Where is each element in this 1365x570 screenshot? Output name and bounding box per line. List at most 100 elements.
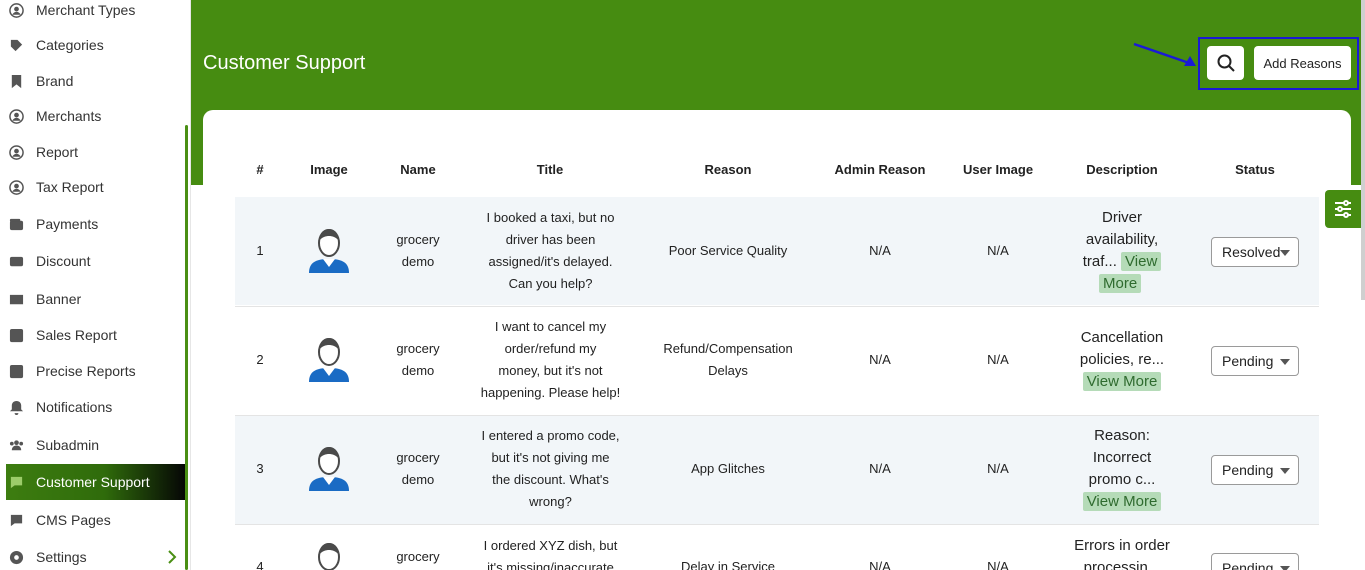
user-circle-icon [8, 108, 24, 124]
sidebar-item-notifications[interactable]: Notifications [6, 389, 186, 425]
chat-icon [8, 512, 24, 528]
avatar-icon [309, 447, 349, 491]
status-select[interactable]: Pending [1211, 553, 1299, 570]
annotation-arrow-icon [1133, 42, 1196, 66]
sidebar-item-cms-pages[interactable]: CMS Pages [6, 502, 186, 538]
sidebar-item-banner[interactable]: Banner [6, 281, 186, 317]
add-reasons-button[interactable]: Add Reasons [1254, 46, 1351, 80]
chat-icon [8, 474, 24, 490]
user-image: N/A [987, 352, 1009, 367]
view-more-link[interactable]: View More [1082, 492, 1162, 511]
sidebar-item-label: Notifications [36, 399, 113, 415]
user-image: N/A [987, 461, 1009, 476]
sidebar-item-merchant-types[interactable]: Merchant Types [6, 0, 186, 28]
search-button[interactable] [1207, 46, 1244, 80]
avatar-icon [309, 338, 349, 382]
ticket-description: Cancellation policies, re... View More [1079, 329, 1165, 391]
sidebar-item-label: Subadmin [36, 437, 100, 453]
chart-icon [8, 363, 24, 379]
user-image: N/A [987, 243, 1009, 258]
row-number: 1 [256, 243, 264, 258]
caret-down-icon [1280, 468, 1290, 474]
row-number: 3 [256, 461, 264, 476]
sidebar-item-settings[interactable]: Settings [6, 539, 186, 570]
customer-name: grocery demo [396, 450, 440, 487]
col-header-admin-reason: Admin Reason [834, 162, 926, 177]
sidebar-item-label: Precise Reports [36, 363, 136, 379]
col-header-image: Image [310, 162, 348, 177]
sidebar-item-categories[interactable]: Categories [6, 27, 186, 63]
sidebar-item-discount[interactable]: Discount [6, 243, 186, 279]
search-icon [1217, 54, 1235, 72]
caret-down-icon [1280, 250, 1290, 256]
admin-reason: N/A [869, 243, 891, 258]
discount-icon [8, 253, 24, 269]
sidebar-item-merchants[interactable]: Merchants [6, 98, 186, 134]
user-circle-icon [8, 179, 24, 195]
avatar-icon [309, 229, 349, 273]
ticket-description: Errors in order processin... [1074, 537, 1170, 570]
caret-down-icon [1280, 359, 1290, 365]
sidebar-item-tax-report[interactable]: Tax Report [6, 169, 186, 205]
admin-reason: N/A [869, 461, 891, 476]
status-select[interactable]: Pending [1211, 346, 1299, 376]
sidebar-item-label: Banner [36, 291, 82, 307]
ticket-reason: Refund/Compensation Delays [663, 341, 793, 378]
sidebar-item-payments[interactable]: Payments [6, 206, 186, 242]
users-icon [8, 437, 24, 453]
sidebar: Merchant Types Categories Brand Merchant… [0, 0, 191, 570]
sidebar-item-label: Discount [36, 253, 91, 269]
sidebar-item-customer-support[interactable]: Customer Support [6, 464, 186, 500]
page-scrollbar[interactable] [1361, 0, 1365, 300]
user-image: N/A [987, 559, 1009, 570]
chart-icon [8, 327, 24, 343]
image-icon [8, 291, 24, 307]
sidebar-item-report[interactable]: Report [6, 134, 186, 170]
sliders-icon [1335, 200, 1351, 218]
view-more-link[interactable]: More [1099, 274, 1142, 293]
ticket-reason: Delay in Service [681, 559, 775, 570]
sidebar-item-label: Payments [36, 216, 99, 232]
sidebar-item-label: Customer Support [36, 474, 150, 490]
ticket-reason: Poor Service Quality [668, 243, 788, 258]
tag-icon [8, 37, 24, 53]
user-circle-icon [8, 144, 24, 160]
chevron-right-icon [164, 548, 180, 566]
col-header-title: Title [536, 162, 564, 177]
wallet-icon [8, 216, 24, 232]
admin-reason: N/A [869, 559, 891, 570]
sidebar-item-label: Categories [36, 37, 104, 53]
customer-name: grocery demo [396, 232, 440, 269]
sidebar-item-subadmin[interactable]: Subadmin [6, 427, 186, 463]
col-header-description: Description [1086, 162, 1158, 177]
ticket-title: I entered a promo code, but it's not givi… [481, 428, 620, 509]
caret-down-icon [1280, 566, 1290, 570]
gear-icon [8, 549, 24, 565]
ticket-title: I booked a taxi, but no driver has been as… [486, 210, 615, 291]
sidebar-item-precise-reports[interactable]: Precise Reports [6, 353, 186, 389]
view-more-link[interactable]: View [1121, 252, 1162, 271]
sidebar-scrollbar[interactable] [185, 125, 188, 570]
sidebar-item-label: Merchant Types [36, 2, 136, 18]
status-select[interactable]: Resolved [1211, 237, 1299, 267]
sidebar-item-label: Brand [36, 73, 74, 89]
page-title: Customer Support [203, 52, 366, 74]
ticket-title: I ordered XYZ dish, but it's missing/inac… [483, 538, 618, 570]
bell-icon [8, 399, 24, 415]
col-header-status: Status [1235, 162, 1275, 177]
admin-reason: N/A [869, 352, 891, 367]
sidebar-item-sales-report[interactable]: Sales Report [6, 317, 186, 353]
sidebar-item-label: Sales Report [36, 327, 117, 343]
sidebar-item-brand[interactable]: Brand [6, 63, 186, 99]
sidebar-item-label: Report [36, 144, 79, 160]
ticket-description: Driver availability, traf... View More [1062, 207, 1182, 295]
col-header-name: Name [400, 162, 436, 177]
filter-toggle-button[interactable] [1325, 190, 1361, 228]
view-more-link[interactable]: View More [1082, 372, 1162, 391]
row-number: 2 [256, 352, 264, 367]
customer-name: grocery [396, 549, 440, 564]
sidebar-item-label: Settings [36, 549, 87, 565]
status-select[interactable]: Pending [1211, 455, 1299, 485]
sidebar-item-label: Tax Report [36, 179, 104, 195]
ticket-description: Reason: Incorrect promo c... View More [1062, 425, 1182, 513]
